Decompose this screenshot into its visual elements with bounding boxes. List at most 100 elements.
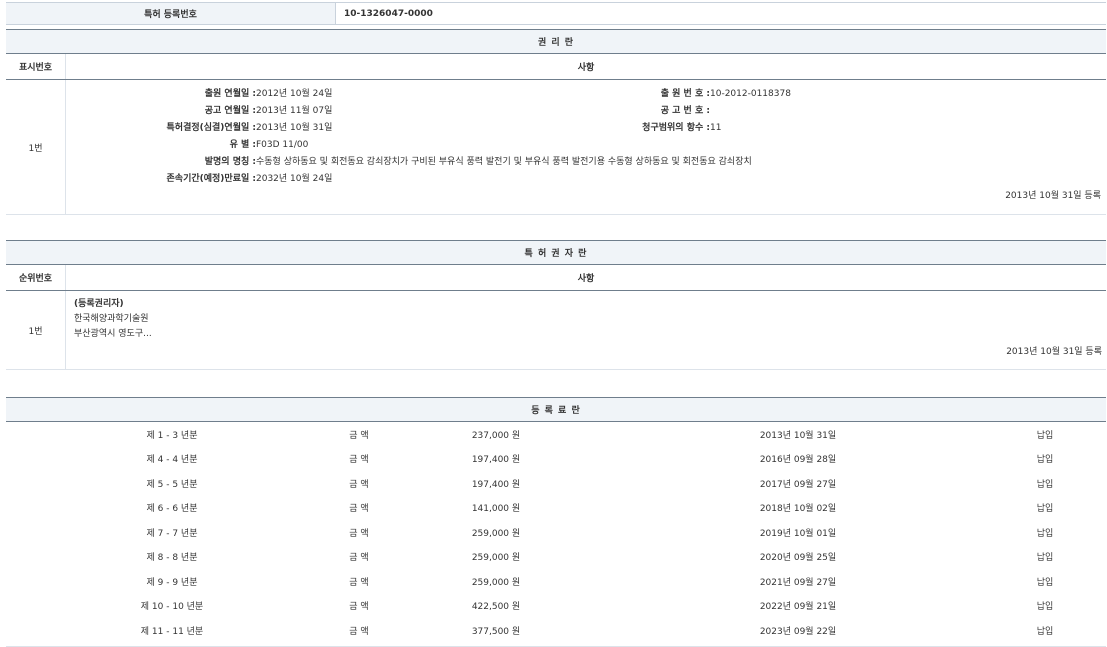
fee-title: 등 록 료 란 [6, 398, 1106, 422]
field-value: 10-2012-0118378 [710, 86, 791, 103]
fee-row: 제 11 - 11 년분금 액377,500 원2023년 09월 22일납입 [6, 618, 1106, 643]
field-key: 청구범위의 항수 : [521, 120, 710, 137]
fee-amount: 197,400 원 [380, 447, 612, 472]
fee-amount-label: 금 액 [338, 496, 380, 521]
fee-date: 2023년 09월 22일 [612, 618, 984, 643]
fee-status: 납입 [984, 545, 1106, 570]
fee-period: 제 7 - 7 년분 [6, 520, 338, 545]
field-value: 2013년 11월 07일 [256, 103, 332, 120]
fee-date: 2013년 10월 31일 [612, 422, 984, 447]
rights-row-index: 1번 [6, 80, 66, 215]
fee-row: 제 4 - 4 년분금 액197,400 원2016년 09월 28일납입 [6, 447, 1106, 472]
fee-amount: 377,500 원 [380, 618, 612, 643]
fee-status: 납입 [984, 471, 1106, 496]
reg-number-label: 특허 등록번호 [6, 3, 336, 25]
fee-row: 제 7 - 7 년분금 액259,000 원2019년 10월 01일납입 [6, 520, 1106, 545]
fee-status: 납입 [984, 422, 1106, 447]
fee-amount: 197,400 원 [380, 471, 612, 496]
owner-row-index: 1번 [6, 291, 66, 370]
fee-amount-label: 금 액 [338, 569, 380, 594]
fee-period: 제 9 - 9 년분 [6, 569, 338, 594]
field-key: 존속기간(예정)만료일 : [67, 171, 256, 188]
field-row: 유 별 : F03D 11/00 [67, 137, 1105, 154]
fee-amount-label: 금 액 [338, 545, 380, 570]
field-value: F03D 11/00 [256, 137, 308, 154]
rights-content: 출원 연월일 : 2012년 10월 24일공고 연월일 : 2013년 11월… [66, 80, 1107, 215]
owner-title: 특 허 권 자 란 [6, 241, 1106, 265]
fee-date: 2018년 10월 02일 [612, 496, 984, 521]
fee-row: 제 5 - 5 년분금 액197,400 원2017년 09월 27일납입 [6, 471, 1106, 496]
fee-period: 제 8 - 8 년분 [6, 545, 338, 570]
fee-status: 납입 [984, 618, 1106, 643]
rights-table: 권 리 란 표시번호 사항 1번 출원 연월일 : 2012년 10월 24일공… [6, 29, 1106, 215]
field-row: 청구범위의 항수 : 11 [521, 120, 791, 137]
owner-line: 부산광역시 영도구... [74, 327, 1106, 342]
fee-amount-label: 금 액 [338, 471, 380, 496]
owner-registered: 2013년 10월 31일 등록 [74, 344, 1106, 360]
fee-date: 2020년 09월 25일 [612, 545, 984, 570]
fee-amount: 237,000 원 [380, 422, 612, 447]
field-row: 공 고 번 호 : [521, 103, 791, 120]
field-key: 공고 연월일 : [67, 103, 256, 120]
owner-line: (등록권리자) [74, 297, 1106, 312]
fee-status: 납입 [984, 447, 1106, 472]
rights-registered: 2013년 10월 31일 등록 [67, 188, 1105, 204]
rights-title: 권 리 란 [6, 30, 1106, 54]
fee-status: 납입 [984, 594, 1106, 619]
owner-table: 특 허 권 자 란 순위번호 사항 1번 (등록권리자) 한국해양과학기술원 부… [6, 240, 1106, 370]
fee-amount: 141,000 원 [380, 496, 612, 521]
fee-period: 제 11 - 11 년분 [6, 618, 338, 643]
reg-number-value: 10-1326047-0000 [336, 3, 1107, 25]
fee-amount: 259,000 원 [380, 569, 612, 594]
fee-status: 납입 [984, 569, 1106, 594]
fee-date: 2019년 10월 01일 [612, 520, 984, 545]
field-key: 발명의 명칭 : [67, 154, 256, 171]
fee-row: 제 8 - 8 년분금 액259,000 원2020년 09월 25일납입 [6, 545, 1106, 570]
fee-status: 납입 [984, 496, 1106, 521]
owner-line: 한국해양과학기술원 [74, 312, 1106, 327]
field-key: 특허결정(심결)연월일 : [67, 120, 256, 137]
field-key: 공 고 번 호 : [521, 103, 710, 120]
fee-table: 등 록 료 란 제 1 - 3 년분금 액237,000 원2013년 10월 … [6, 397, 1106, 647]
fee-row: 제 1 - 3 년분금 액237,000 원2013년 10월 31일납입 [6, 422, 1106, 447]
fee-amount-label: 금 액 [338, 520, 380, 545]
fee-amount: 422,500 원 [380, 594, 612, 619]
fee-amount: 259,000 원 [380, 520, 612, 545]
fee-date: 2017년 09월 27일 [612, 471, 984, 496]
fee-date: 2021년 09월 27일 [612, 569, 984, 594]
fee-date: 2022년 09월 21일 [612, 594, 984, 619]
fee-status: 납입 [984, 520, 1106, 545]
fee-amount: 259,000 원 [380, 545, 612, 570]
fee-row: 제 9 - 9 년분금 액259,000 원2021년 09월 27일납입 [6, 569, 1106, 594]
fee-amount-label: 금 액 [338, 422, 380, 447]
rights-fields: 출원 연월일 : 2012년 10월 24일공고 연월일 : 2013년 11월… [67, 86, 1105, 188]
fee-period: 제 1 - 3 년분 [6, 422, 338, 447]
fee-date: 2016년 09월 28일 [612, 447, 984, 472]
fee-bottom-divider [6, 643, 1106, 647]
owner-col-index: 순위번호 [6, 265, 66, 291]
field-key: 출 원 번 호 : [521, 86, 710, 103]
fee-amount-label: 금 액 [338, 447, 380, 472]
fee-amount-label: 금 액 [338, 594, 380, 619]
reg-number-table: 특허 등록번호 10-1326047-0000 [6, 2, 1106, 25]
field-value: 2012년 10월 24일 [256, 86, 332, 103]
field-row: 존속기간(예정)만료일 : 2032년 10월 24일 [67, 171, 1105, 188]
fee-period: 제 6 - 6 년분 [6, 496, 338, 521]
rights-col-content: 사항 [66, 54, 1107, 80]
field-value: 2013년 10월 31일 [256, 120, 332, 137]
rights-col-index: 표시번호 [6, 54, 66, 80]
field-value: 2032년 10월 24일 [256, 171, 332, 188]
fee-period: 제 4 - 4 년분 [6, 447, 338, 472]
fee-period: 제 5 - 5 년분 [6, 471, 338, 496]
fee-period: 제 10 - 10 년분 [6, 594, 338, 619]
field-value: 11 [710, 120, 721, 137]
field-row: 발명의 명칭 : 수동형 상하동요 및 회전동요 감쇠장치가 구비된 부유식 풍… [67, 154, 1105, 171]
fee-row: 제 6 - 6 년분금 액141,000 원2018년 10월 02일납입 [6, 496, 1106, 521]
field-key: 유 별 : [67, 137, 256, 154]
field-row: 출 원 번 호 : 10-2012-0118378 [521, 86, 791, 103]
owner-content: (등록권리자) 한국해양과학기술원 부산광역시 영도구... 2013년 10월… [66, 291, 1107, 370]
field-key: 출원 연월일 : [67, 86, 256, 103]
fee-amount-label: 금 액 [338, 618, 380, 643]
fee-rows: 제 1 - 3 년분금 액237,000 원2013년 10월 31일납입제 4… [6, 422, 1106, 643]
owner-col-content: 사항 [66, 265, 1107, 291]
